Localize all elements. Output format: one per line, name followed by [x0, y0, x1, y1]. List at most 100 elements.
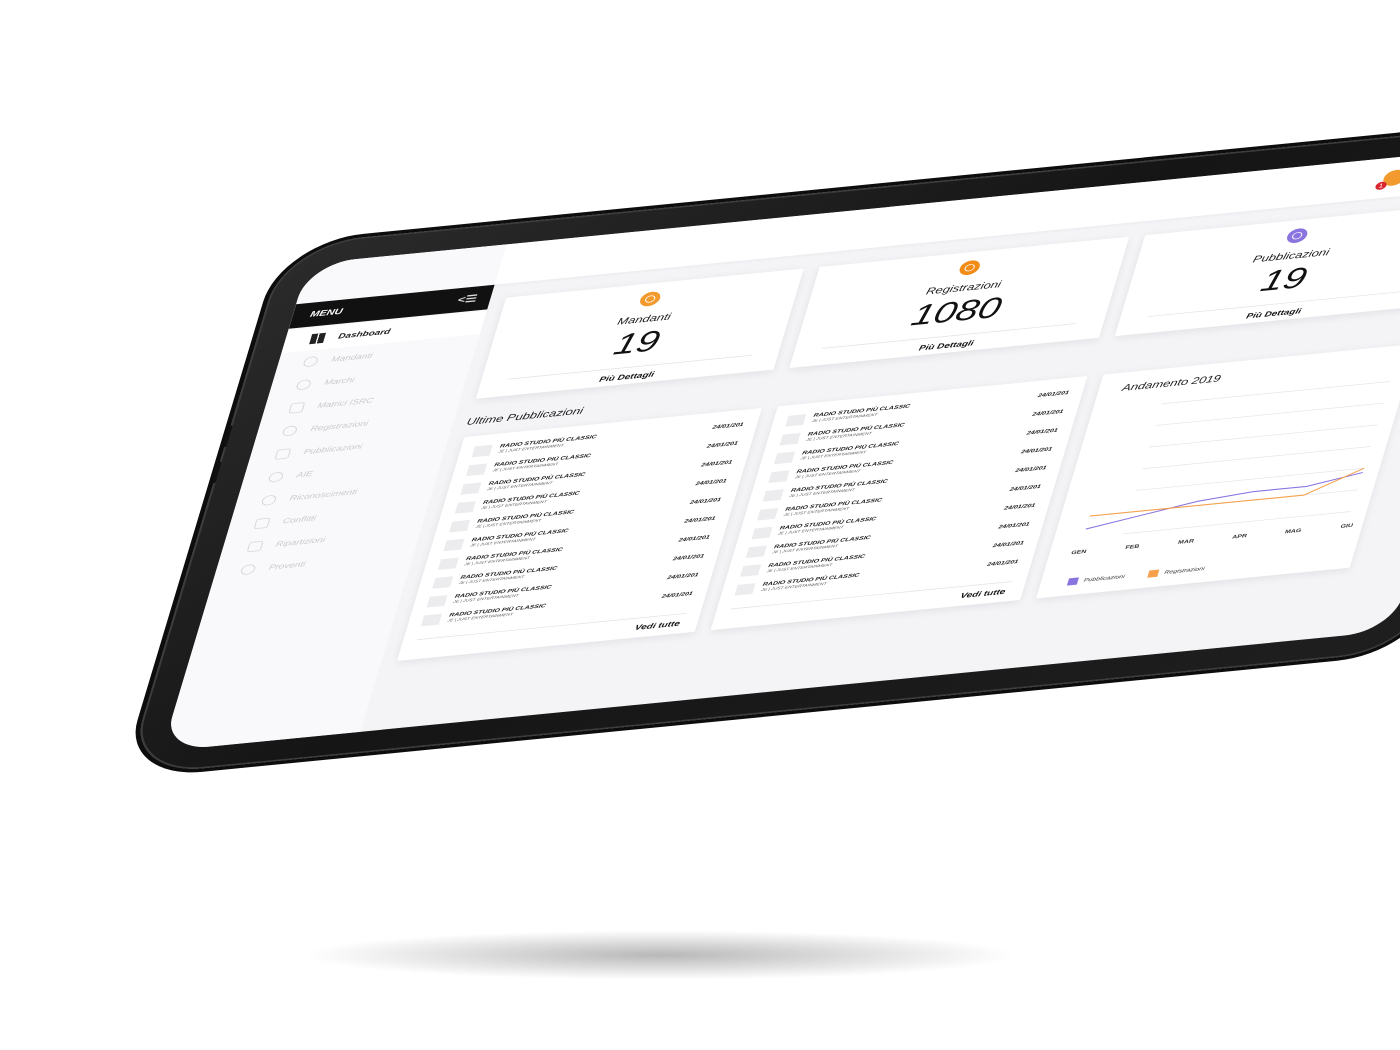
sidebar-item-label: AIE — [295, 469, 314, 480]
x-tick-label: APR — [1231, 533, 1248, 540]
sidebar-item-label: Pubblicazioni — [302, 442, 364, 457]
grid-line — [1148, 424, 1378, 448]
stat-card-mandanti: Mandanti 19 Più Dettagli — [475, 268, 804, 399]
x-tick-label: FEB — [1125, 544, 1141, 551]
publication-date: 24/01/201 — [1014, 465, 1048, 474]
legend-item: Pubblicazioni — [1066, 573, 1126, 586]
sidebar-item-label: Proventi — [267, 560, 307, 572]
cover-thumbnail — [460, 482, 482, 495]
section-title: Ultime Pubblicazioni — [465, 404, 585, 428]
cover-thumbnail — [779, 432, 801, 446]
sidebar-item-label: Ripartizioni — [274, 535, 327, 549]
pubblicazioni-icon — [1285, 227, 1310, 244]
check-icon — [260, 494, 278, 507]
publications-list-left: RADIO STUDIO PIÙ CLASSIC JE | JUST ENTERT… — [397, 407, 762, 661]
sidebar-item-label: Marchi — [323, 375, 356, 387]
cover-thumbnail — [437, 557, 459, 571]
cover-thumbnail — [768, 470, 790, 484]
book-icon — [274, 448, 292, 460]
cover-thumbnail — [773, 451, 796, 465]
cover-thumbnail — [785, 414, 807, 427]
cover-thumbnail — [740, 564, 762, 577]
sidebar-item-label: Registrazioni — [309, 419, 370, 433]
publication-date: 24/01/201 — [660, 591, 694, 600]
publication-date: 24/01/201 — [672, 553, 705, 562]
matrix-icon — [288, 402, 306, 414]
publication-date: 24/01/201 — [677, 534, 711, 544]
dashboard-icon — [309, 332, 327, 345]
cover-thumbnail — [449, 519, 471, 533]
publication-date: 24/01/201 — [1031, 409, 1064, 418]
publication-date: 24/01/201 — [1025, 427, 1059, 437]
sidebar-item-label: Matrici ISRC — [316, 396, 375, 410]
stat-card-registrazioni: Registrazioni 1080 Più Dettagli — [789, 236, 1130, 369]
publication-date: 24/01/201 — [992, 540, 1025, 549]
cover-thumbnail — [751, 526, 773, 540]
cover-thumbnail — [762, 489, 784, 502]
device-shadow — [300, 930, 1020, 980]
legend-label: Pubblicazioni — [1083, 573, 1126, 583]
legend-label: Registrazioni — [1163, 566, 1206, 576]
chart-legend: Pubblicazioni Registrazioni — [1066, 565, 1206, 586]
sidebar-item-label: Riconoscimenti — [288, 487, 359, 503]
notification-badge: 1 — [1374, 181, 1388, 191]
conflict-icon — [253, 517, 271, 530]
publication-date: 24/01/201 — [700, 459, 733, 468]
cover-thumbnail — [465, 463, 488, 477]
publication-date: 24/01/201 — [683, 516, 716, 525]
publication-date: 24/01/201 — [1003, 503, 1036, 512]
sidebar-item-label: Dashboard — [337, 327, 392, 341]
publication-date: 24/01/201 — [689, 497, 722, 506]
publication-date: 24/01/201 — [1020, 446, 1053, 455]
stat-card-pubblicazioni: Pubblicazioni 19 Più Dettagli — [1114, 204, 1400, 337]
chart-card: Andamento 2019 GEN FEB MAR APR MAG GIU Pubbli… — [1036, 343, 1400, 599]
cover-thumbnail — [432, 576, 454, 589]
cover-thumbnail — [757, 507, 779, 521]
publication-date: 24/01/201 — [666, 572, 700, 581]
cover-thumbnail — [471, 444, 493, 458]
grid-line — [1122, 511, 1352, 535]
sidebar-item-label: Mandanti — [330, 351, 374, 364]
x-tick-label: MAG — [1284, 528, 1302, 535]
legend-item: Registrazioni — [1147, 565, 1206, 578]
record-icon — [281, 425, 299, 437]
bell-icon[interactable]: 1 — [1374, 168, 1400, 191]
publication-date: 24/01/201 — [997, 521, 1031, 530]
cover-thumbnail — [443, 538, 465, 552]
publication-date: 24/01/201 — [1008, 484, 1042, 493]
legend-swatch — [1147, 569, 1160, 578]
person-icon — [267, 471, 285, 483]
publication-date: 24/01/201 — [1037, 390, 1070, 399]
sidebar-item-label: Conflitti — [281, 514, 318, 526]
publications-list-right: RADIO STUDIO PIÙ CLASSIC JE | JUST ENTERT… — [710, 376, 1088, 631]
cover-thumbnail — [734, 583, 756, 596]
publication-date: 24/01/201 — [711, 422, 745, 431]
cover-thumbnail — [745, 545, 767, 559]
grid-line — [1135, 467, 1365, 491]
x-tick-label: GIU — [1340, 523, 1355, 530]
publication-date: 24/01/201 — [694, 478, 728, 487]
cover-thumbnail — [420, 613, 442, 627]
brand-icon — [295, 379, 313, 391]
grid-line — [1142, 446, 1371, 470]
tablet-device: grm collecting 1 1 MENU <☰ — [125, 118, 1400, 776]
publication-date: 24/01/201 — [986, 559, 1019, 568]
chart-title: Andamento 2019 — [1120, 372, 1223, 394]
line-chart: GEN FEB MAR APR MAG GIU — [1070, 381, 1391, 556]
cover-thumbnail — [426, 594, 448, 608]
registrazioni-icon — [957, 259, 982, 276]
publication-date: 24/01/201 — [706, 441, 739, 450]
money-icon — [239, 563, 257, 576]
cover-thumbnail — [454, 501, 476, 514]
series-line-pubblicazioni — [1085, 471, 1363, 530]
users-icon — [302, 355, 320, 368]
menu-label: MENU — [308, 307, 344, 320]
split-icon — [246, 540, 264, 553]
grid-line — [1155, 402, 1384, 426]
x-tick-label: MAR — [1177, 538, 1195, 545]
header-actions: 1 1 — [1374, 156, 1400, 191]
menu-toggle-icon[interactable]: <☰ — [454, 286, 480, 312]
mandanti-icon — [638, 290, 663, 308]
series-line-registrazioni — [1089, 467, 1365, 517]
legend-swatch — [1066, 577, 1079, 586]
